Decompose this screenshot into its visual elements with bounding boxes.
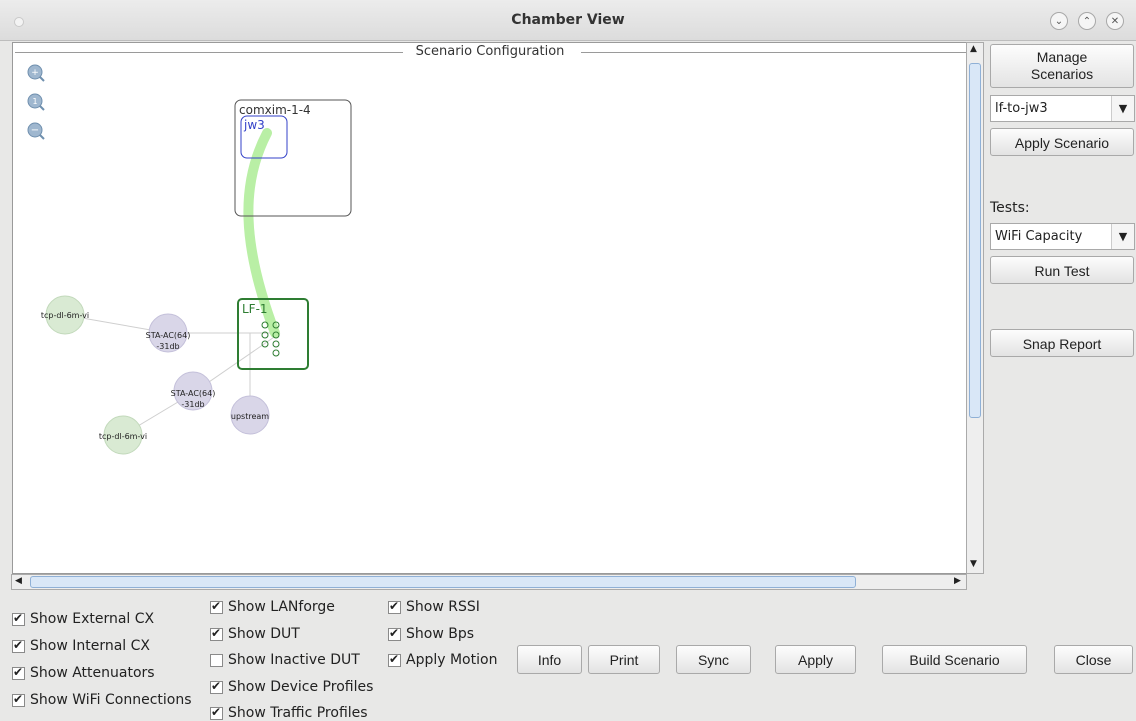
checkbox-box[interactable]: [210, 653, 223, 667]
manage-scenarios-button[interactable]: Manage Scenarios: [990, 44, 1134, 88]
show-wifi-connections-checkbox[interactable]: Show WiFi Connections: [12, 692, 192, 708]
show-external-cx-checkbox[interactable]: Show External CX: [12, 611, 154, 627]
chevron-down-icon[interactable]: ▼: [1111, 224, 1134, 249]
close-button[interactable]: Close: [1054, 645, 1133, 674]
checkbox-label: Show RSSI: [406, 599, 480, 615]
topology-diagram: + 1 − comxim-1-4 jw3 LF-1 tcp-dl-6m-vi S…: [27, 64, 352, 455]
show-lanforge-checkbox[interactable]: Show LANforge: [210, 599, 335, 615]
traffic-node-2[interactable]: tcp-dl-6m-vi: [99, 415, 147, 455]
station-node-1-label: STA-AC(64): [146, 331, 191, 340]
station-node-2-label: STA-AC(64): [171, 389, 216, 398]
checkbox-label: Show Attenuators: [30, 665, 155, 681]
show-rssi-checkbox[interactable]: Show RSSI: [388, 599, 480, 615]
run-test-button[interactable]: Run Test: [990, 256, 1134, 284]
checkbox-box[interactable]: [388, 626, 401, 641]
station-node-1[interactable]: STA-AC(64) -31db: [146, 313, 191, 353]
checkbox-box[interactable]: [388, 599, 401, 614]
show-inactive-dut-checkbox[interactable]: Show Inactive DUT: [210, 652, 360, 668]
checkbox-label: Show LANforge: [228, 599, 335, 615]
show-device-profiles-checkbox[interactable]: Show Device Profiles: [210, 679, 373, 695]
svg-text:+: +: [31, 68, 39, 78]
info-button[interactable]: Info: [517, 645, 582, 674]
scenario-configuration-panel: Scenario Configuration + 1 − comxim-1-4 …: [10, 42, 986, 588]
scroll-left-icon[interactable]: ◀: [15, 576, 22, 586]
scenario-select[interactable]: lf-to-jw3 ▼: [990, 95, 1135, 122]
svg-text:1: 1: [32, 97, 37, 106]
checkbox-box[interactable]: [12, 611, 25, 626]
apply-scenario-button[interactable]: Apply Scenario: [990, 128, 1134, 156]
show-bps-checkbox[interactable]: Show Bps: [388, 626, 474, 642]
show-internal-cx-checkbox[interactable]: Show Internal CX: [12, 638, 150, 654]
manage-scenarios-line-2: Scenarios: [1030, 66, 1094, 82]
scenario-canvas[interactable]: Scenario Configuration + 1 − comxim-1-4 …: [12, 42, 968, 574]
chevron-down-icon[interactable]: ▼: [1111, 96, 1134, 121]
print-button[interactable]: Print: [588, 645, 660, 674]
scroll-down-icon[interactable]: ▼: [970, 559, 977, 569]
checkbox-label: Show Internal CX: [30, 638, 150, 654]
build-scenario-button[interactable]: Build Scenario: [882, 645, 1027, 674]
vertical-scroll-thumb[interactable]: [969, 63, 981, 418]
tests-label: Tests:: [990, 200, 1030, 216]
show-dut-checkbox[interactable]: Show DUT: [210, 626, 300, 642]
checkbox-box[interactable]: [210, 679, 223, 694]
chamber-name: comxim-1-4: [239, 103, 311, 117]
traffic-node-1-label: tcp-dl-6m-vi: [41, 311, 89, 320]
checkbox-label: Show Device Profiles: [228, 679, 374, 695]
traffic-node-1[interactable]: tcp-dl-6m-vi: [41, 295, 89, 335]
station-node-1-sublabel: -31db: [156, 342, 179, 351]
checkbox-label: Apply Motion: [406, 652, 498, 668]
lanforge-name: LF-1: [242, 302, 268, 316]
checkbox-label: Show WiFi Connections: [30, 692, 192, 708]
checkbox-box[interactable]: [210, 626, 223, 641]
manage-scenarios-line-1: Manage: [1036, 49, 1088, 65]
window-title: Chamber View: [511, 12, 625, 28]
title-bar: Chamber View ⌄ ⌃ ✕: [0, 0, 1136, 41]
scroll-right-icon[interactable]: ▶: [954, 576, 961, 586]
checkbox-box[interactable]: [12, 692, 25, 707]
close-window-icon[interactable]: ✕: [1106, 12, 1124, 30]
maximize-icon[interactable]: ⌃: [1078, 12, 1096, 30]
show-attenuators-checkbox[interactable]: Show Attenuators: [12, 665, 155, 681]
station-node-2[interactable]: STA-AC(64) -31db: [171, 371, 216, 411]
scenario-select-value: lf-to-jw3: [995, 101, 1048, 116]
checkbox-box[interactable]: [388, 652, 401, 667]
traffic-node-2-label: tcp-dl-6m-vi: [99, 432, 147, 441]
checkbox-box[interactable]: [12, 665, 25, 680]
sync-button[interactable]: Sync: [676, 645, 751, 674]
snap-report-button[interactable]: Snap Report: [990, 329, 1134, 357]
tests-select[interactable]: WiFi Capacity ▼: [990, 223, 1135, 250]
apply-motion-checkbox[interactable]: Apply Motion: [388, 652, 497, 668]
zoom-reset-icon[interactable]: 1: [27, 93, 45, 111]
checkbox-label: Show Inactive DUT: [228, 652, 360, 668]
minimize-icon[interactable]: ⌄: [1050, 12, 1068, 30]
upstream-node-label: upstream: [231, 412, 269, 421]
checkbox-box[interactable]: [12, 638, 25, 653]
apply-button[interactable]: Apply: [775, 645, 856, 674]
station-node-2-sublabel: -31db: [181, 400, 204, 409]
horizontal-scroll-thumb[interactable]: [30, 576, 856, 588]
dut-name: jw3: [243, 118, 265, 132]
scroll-up-icon[interactable]: ▲: [970, 44, 977, 54]
upstream-node[interactable]: upstream: [230, 395, 270, 435]
svg-text:−: −: [31, 125, 39, 136]
checkbox-label: Show External CX: [30, 611, 155, 627]
tests-select-value: WiFi Capacity: [995, 229, 1083, 244]
checkbox-box[interactable]: [210, 705, 223, 720]
zoom-in-icon[interactable]: +: [27, 64, 45, 82]
zoom-out-icon[interactable]: −: [27, 122, 45, 140]
checkbox-label: Show Bps: [406, 626, 475, 642]
checkbox-label: Show DUT: [228, 626, 300, 642]
horizontal-scrollbar[interactable]: ◀ ▶: [11, 574, 967, 590]
checkbox-box[interactable]: [210, 599, 223, 614]
vertical-scrollbar[interactable]: ▲ ▼: [966, 42, 984, 574]
